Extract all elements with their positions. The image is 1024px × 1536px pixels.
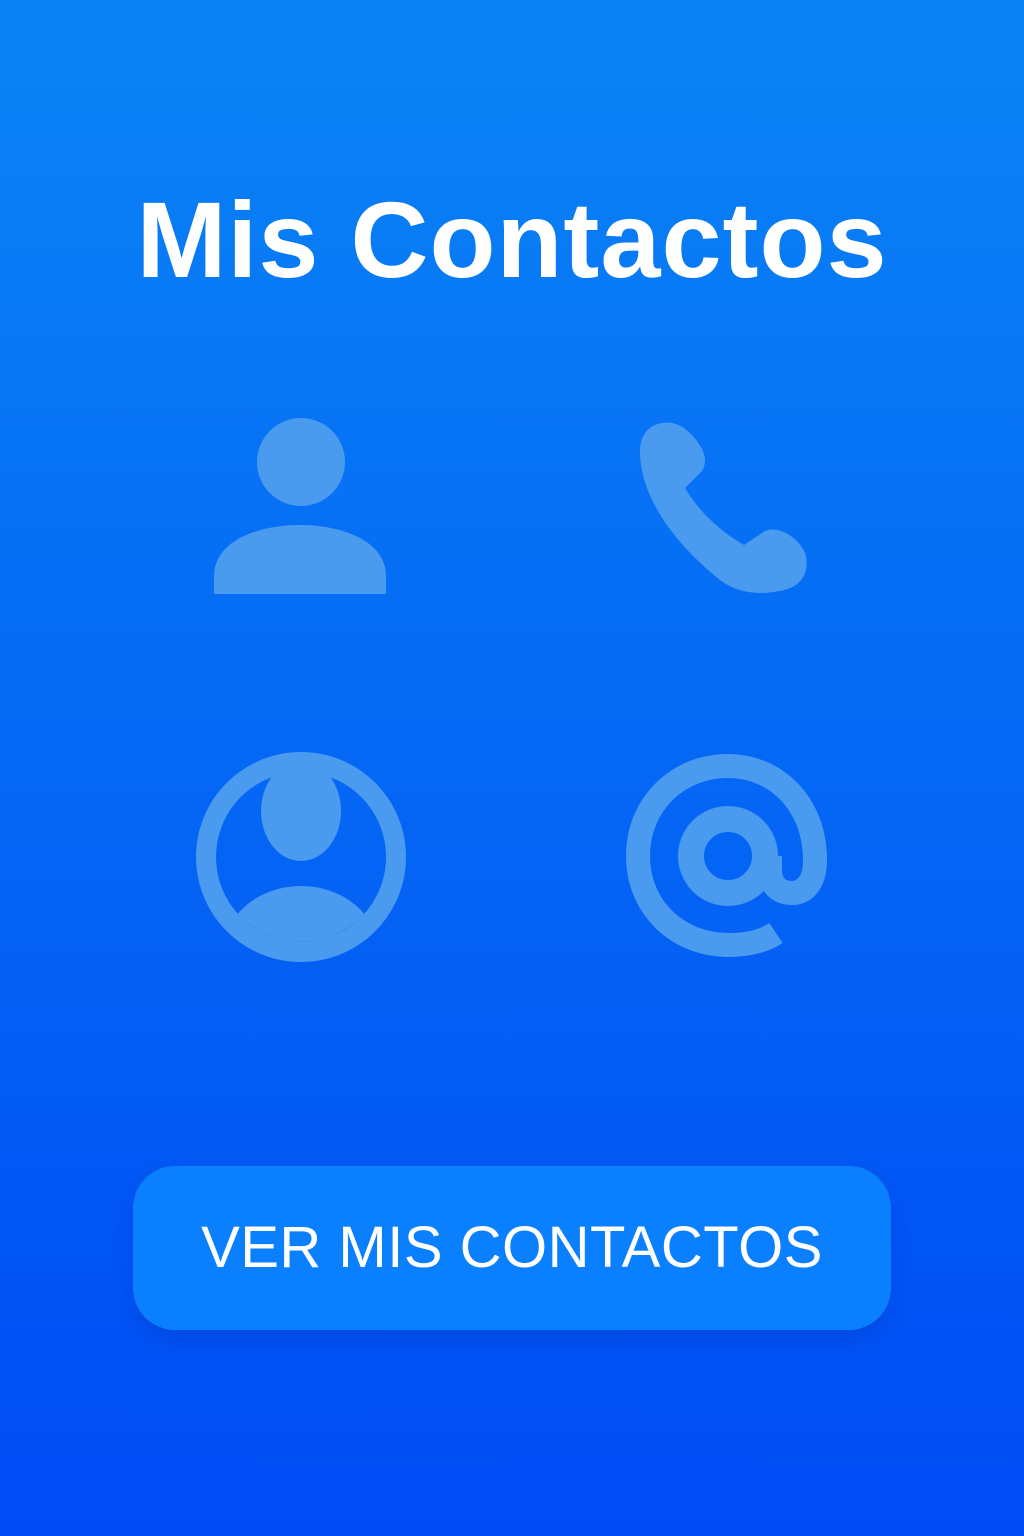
person-icon-head	[257, 418, 345, 506]
at-sign-icon-inner-ring	[678, 806, 778, 906]
page-title: Mis Contactos	[136, 179, 888, 300]
at-sign-icon-outer-ring	[625, 753, 828, 958]
at-sign-icon	[624, 752, 834, 958]
account-circle-icon	[196, 750, 406, 964]
view-contacts-button-label: VER MIS CONTACTOS	[201, 1215, 823, 1280]
person-icon	[212, 416, 388, 594]
account-circle-icon-head	[261, 761, 341, 861]
phone-icon	[636, 414, 812, 594]
person-icon-body	[214, 525, 386, 594]
phone-icon-handset	[639, 422, 807, 593]
view-contacts-button[interactable]: VER MIS CONTACTOS	[133, 1166, 891, 1330]
contacts-screen: Mis Contactos VER MIS CONTACTOS	[0, 0, 1024, 1536]
